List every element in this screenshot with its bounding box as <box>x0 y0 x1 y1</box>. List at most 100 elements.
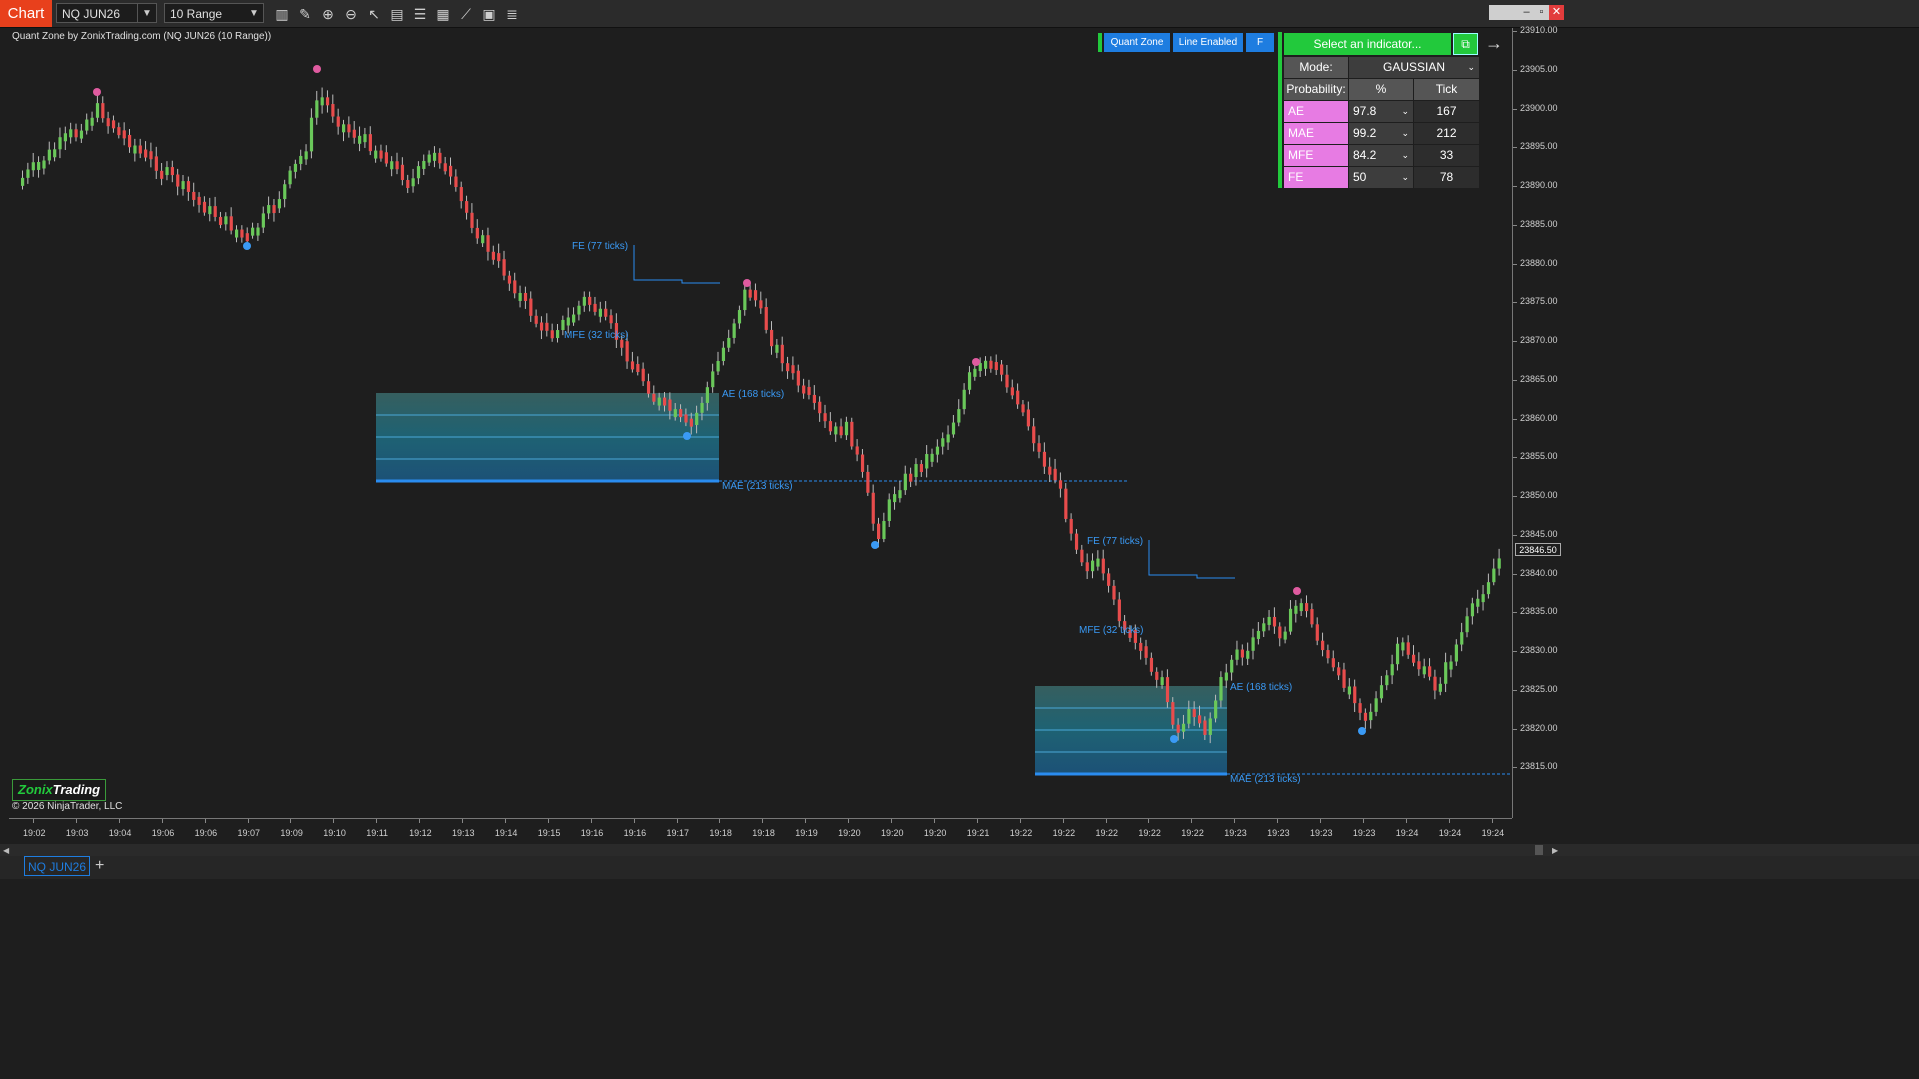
candle <box>518 292 522 301</box>
candle <box>256 227 260 236</box>
bar-chart-icon[interactable]: ▥ <box>272 4 292 24</box>
instrument-tab[interactable]: NQ JUN26 <box>24 856 90 876</box>
price-axis[interactable]: 23910.00 23905.00 23900.00 23895.00 2389… <box>1512 25 1561 818</box>
chevron-down-icon[interactable]: ▼ <box>245 4 263 22</box>
f-button[interactable]: F <box>1246 33 1274 52</box>
brand-part1: Zonix <box>18 782 53 797</box>
price-tick-mark <box>1513 379 1517 381</box>
time-tick-label: 19:15 <box>537 828 561 838</box>
price-tick-mark <box>1513 224 1517 226</box>
horizontal-scrollbar[interactable]: ◀ ▶ <box>0 844 1919 856</box>
probability-panel: Select an indicator... ⧉ Mode: GAUSSIAN … <box>1278 32 1480 189</box>
mae-label: MAE (213 ticks) <box>1230 774 1301 785</box>
minimize-icon[interactable]: – <box>1519 5 1534 20</box>
swing-high-marker <box>972 358 980 366</box>
candle <box>534 315 538 324</box>
zoom-out-icon[interactable]: ⊖ <box>341 4 361 24</box>
swing-high-marker <box>313 65 321 73</box>
candle <box>133 145 137 154</box>
candle <box>705 387 709 403</box>
time-tick-mark <box>1148 819 1150 823</box>
time-tick-mark <box>1491 819 1493 823</box>
candle <box>352 129 356 138</box>
candle <box>1139 642 1143 651</box>
arrow-right-icon[interactable]: → <box>1485 33 1503 54</box>
row-mfe-pct-select[interactable]: 84.2 ⌄ <box>1349 145 1413 166</box>
candle <box>245 233 249 242</box>
indicators-icon[interactable]: ▦ <box>433 4 453 24</box>
candle <box>1492 568 1496 583</box>
price-tick-mark <box>1513 418 1517 420</box>
candle <box>1240 649 1244 658</box>
candle <box>673 409 677 418</box>
time-tick-label: 19:20 <box>838 828 861 838</box>
close-icon[interactable]: ✕ <box>1549 5 1564 20</box>
candle <box>486 235 490 252</box>
candle <box>128 134 132 148</box>
candle <box>807 386 811 395</box>
price-tick-label: 23845.00 <box>1520 528 1558 539</box>
candle <box>1149 657 1154 672</box>
mode-select[interactable]: GAUSSIAN ⌄ <box>1349 57 1479 78</box>
calculator-icon[interactable]: ▣ <box>479 4 499 24</box>
add-tab-button[interactable]: + <box>95 856 104 876</box>
scroll-thumb[interactable] <box>1535 845 1543 855</box>
time-tick-mark <box>1320 819 1321 823</box>
pointer-icon[interactable]: ↖ <box>364 4 384 24</box>
chart-panel[interactable]: FE (77 ticks) MFE (32 ticks) AE (168 ticks… <box>9 28 1511 818</box>
scroll-left-icon[interactable]: ◀ <box>3 846 9 855</box>
candle <box>358 135 362 144</box>
candle <box>465 201 469 213</box>
line-enabled-button[interactable]: Line Enabled <box>1173 33 1243 52</box>
candle <box>1476 598 1480 607</box>
maximize-icon[interactable]: ▫ <box>1534 5 1549 20</box>
price-tick-mark <box>1513 573 1517 575</box>
select-indicator-button[interactable]: Select an indicator... <box>1284 33 1451 55</box>
window-tile-icon[interactable] <box>1489 5 1504 20</box>
candle <box>470 212 474 228</box>
candle <box>507 275 512 284</box>
candle <box>925 454 929 469</box>
time-axis[interactable]: 19:02 19:03 19:04 19:06 19:06 19:07 19:0… <box>9 818 1512 845</box>
properties-icon[interactable]: ▤ <box>387 4 407 24</box>
time-tick-label: 19:18 <box>752 828 775 838</box>
price-tick-label: 23820.00 <box>1520 722 1558 733</box>
candle <box>994 362 998 371</box>
candle <box>1000 364 1004 375</box>
pencil-icon[interactable]: ✎ <box>295 4 315 24</box>
scroll-right-icon[interactable]: ▶ <box>1552 846 1558 855</box>
candle <box>823 413 827 422</box>
time-tick-mark <box>933 819 935 823</box>
external-link-icon[interactable]: ⧉ <box>1453 33 1478 55</box>
data-box-icon[interactable]: ☰ <box>410 4 430 24</box>
row-ae-pct-select[interactable]: 97.8 ⌄ <box>1349 101 1413 122</box>
chevron-down-icon[interactable]: ▼ <box>137 4 156 22</box>
candle <box>1181 723 1186 732</box>
candle <box>1026 409 1030 427</box>
interval-selector[interactable]: 10 Range ▼ <box>164 3 264 23</box>
time-tick-mark <box>419 819 421 823</box>
quant-zone-button[interactable]: Quant Zone <box>1104 33 1170 52</box>
candle <box>320 97 324 106</box>
swing-low-marker <box>871 541 879 549</box>
row-fe-pct-select[interactable]: 50 ⌄ <box>1349 167 1413 188</box>
time-tick-mark <box>1105 819 1107 823</box>
candle <box>37 161 41 170</box>
row-mae-pct-select[interactable]: 99.2 ⌄ <box>1349 123 1413 144</box>
candle <box>1160 677 1164 686</box>
window-split-icon[interactable] <box>1504 5 1519 20</box>
time-tick-mark <box>719 819 721 823</box>
time-tick-label: 19:22 <box>1009 828 1033 838</box>
candle <box>1379 685 1384 699</box>
time-tick-label: 19:02 <box>23 828 46 838</box>
chart-tab[interactable]: Chart <box>0 0 52 27</box>
instrument-selector[interactable]: NQ JUN26 ▼ <box>56 3 157 23</box>
candle <box>69 129 73 138</box>
candle <box>85 119 89 131</box>
price-tick-label: 23890.00 <box>1520 180 1558 190</box>
zoom-in-icon[interactable]: ⊕ <box>318 4 338 24</box>
interval-value: 10 Range <box>170 7 223 21</box>
candle <box>844 421 849 436</box>
strategies-icon[interactable]: ⟋ <box>456 4 476 24</box>
list-icon[interactable]: ≣ <box>502 4 522 24</box>
